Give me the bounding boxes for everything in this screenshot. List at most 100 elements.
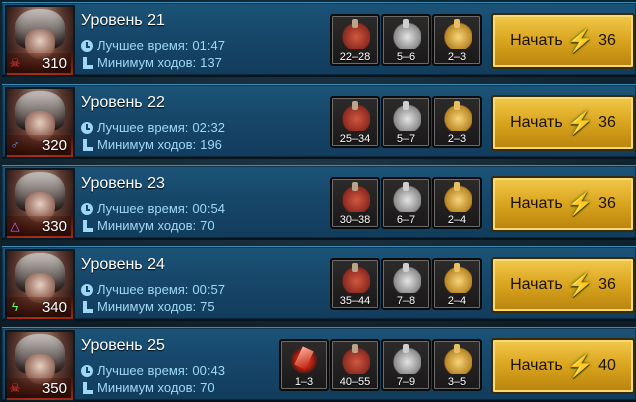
- boot-icon: [81, 56, 93, 69]
- min-moves-value: 196: [200, 137, 222, 152]
- reward-item[interactable]: 25–34: [330, 96, 380, 148]
- silver-potion-icon: [391, 263, 421, 293]
- best-time-stat: Лучшее время: 02:32: [81, 120, 225, 135]
- reward-item[interactable]: 2–4: [432, 177, 482, 229]
- start-button[interactable]: Начать ⚡ 36: [491, 13, 635, 69]
- reward-range: 5–6: [396, 51, 416, 63]
- silver-potion-icon: [391, 19, 421, 49]
- gold-potion-icon: [442, 344, 472, 374]
- boot-icon: [81, 138, 93, 151]
- boot-icon: [81, 300, 93, 313]
- start-label: Начать: [510, 357, 563, 374]
- best-time-stat: Лучшее время: 00:54: [81, 201, 225, 216]
- reward-range: 2–4: [447, 295, 467, 307]
- clock-icon: [81, 364, 93, 377]
- level-title: Уровень 24: [81, 256, 165, 273]
- reward-item[interactable]: 7–9: [381, 339, 431, 391]
- best-time-stat: Лучшее время: 00:57: [81, 282, 225, 297]
- reward-item[interactable]: 2–3: [432, 14, 482, 66]
- best-time-value: 00:54: [192, 201, 225, 216]
- power-badge: ☠ 310: [5, 53, 71, 73]
- red-potion-icon: [340, 19, 370, 49]
- energy-cost: 40: [598, 357, 616, 374]
- reward-range: 1–3: [294, 376, 314, 388]
- reward-range: 5–7: [396, 133, 416, 145]
- power-value: 350: [41, 380, 67, 397]
- reward-item[interactable]: 35–44: [330, 258, 380, 310]
- start-button[interactable]: Начать ⚡ 36: [491, 95, 635, 151]
- clock-icon: [81, 121, 93, 134]
- energy-cost: 36: [598, 276, 616, 293]
- min-moves-label: Минимум ходов:: [97, 218, 197, 233]
- best-time-label: Лучшее время:: [97, 282, 189, 297]
- gold-potion-icon: [442, 101, 472, 131]
- reward-range: 6–7: [396, 214, 416, 226]
- reward-item[interactable]: 7–8: [381, 258, 431, 310]
- reward-item[interactable]: 22–28: [330, 14, 380, 66]
- power-badge: ϟ 340: [5, 297, 71, 317]
- best-time-value: 01:47: [192, 38, 225, 53]
- clock-icon: [81, 202, 93, 215]
- min-moves-label: Минимум ходов:: [97, 55, 197, 70]
- triangle-icon: △: [10, 219, 20, 233]
- reward-item[interactable]: 5–6: [381, 14, 431, 66]
- min-moves-label: Минимум ходов:: [97, 380, 197, 395]
- boot-icon: [81, 219, 93, 232]
- reward-item[interactable]: 1–3: [279, 339, 329, 391]
- best-time-stat: Лучшее время: 00:43: [81, 363, 225, 378]
- power-value: 330: [41, 218, 67, 235]
- reward-item[interactable]: 2–4: [432, 258, 482, 310]
- min-moves-stat: Минимум ходов: 137: [81, 55, 222, 70]
- red-potion-icon: [340, 101, 370, 131]
- reward-item[interactable]: 5–7: [381, 96, 431, 148]
- reward-item[interactable]: 6–7: [381, 177, 431, 229]
- silver-potion-icon: [391, 101, 421, 131]
- level-title: Уровень 23: [81, 175, 165, 192]
- silver-potion-icon: [391, 182, 421, 212]
- energy-icon: ⚡: [566, 272, 595, 297]
- min-moves-stat: Минимум ходов: 196: [81, 137, 222, 152]
- skull-icon: ☠: [9, 56, 21, 70]
- best-time-stat: Лучшее время: 01:47: [81, 38, 225, 53]
- start-button[interactable]: Начать ⚡ 36: [491, 176, 635, 232]
- reward-item[interactable]: 2–3: [432, 96, 482, 148]
- reward-item[interactable]: 30–38: [330, 177, 380, 229]
- reward-range: 30–38: [339, 214, 371, 226]
- start-button[interactable]: Начать ⚡ 40: [491, 338, 635, 394]
- min-moves-stat: Минимум ходов: 70: [81, 380, 215, 395]
- level-title: Уровень 25: [81, 337, 165, 354]
- energy-icon: ⚡: [566, 110, 595, 135]
- energy-cost: 36: [598, 32, 616, 49]
- reward-range: 40–55: [339, 376, 371, 388]
- energy-icon: ⚡: [566, 191, 595, 216]
- magic-icon: ♂: [10, 138, 20, 152]
- clock-icon: [81, 39, 93, 52]
- best-time-value: 00:43: [192, 363, 225, 378]
- best-time-label: Лучшее время:: [97, 201, 189, 216]
- reward-range: 3–5: [447, 376, 467, 388]
- red-shard-icon: [289, 344, 319, 374]
- start-label: Начать: [510, 195, 563, 212]
- min-moves-value: 75: [200, 299, 215, 314]
- level-row-25: ☠ 350 Уровень 25 Лучшее время: 00:43 Мин…: [2, 327, 636, 402]
- silver-potion-icon: [391, 344, 421, 374]
- best-time-value: 02:32: [192, 120, 225, 135]
- power-badge: ♂ 320: [5, 135, 71, 155]
- level-row-23: △ 330 Уровень 23 Лучшее время: 00:54 Мин…: [2, 165, 636, 240]
- red-potion-icon: [340, 344, 370, 374]
- level-row-24: ϟ 340 Уровень 24 Лучшее время: 00:57 Мин…: [2, 246, 636, 321]
- reward-range: 2–4: [447, 214, 467, 226]
- reward-item[interactable]: 40–55: [330, 339, 380, 391]
- reward-range: 7–9: [396, 376, 416, 388]
- lightning-icon: ϟ: [11, 300, 19, 314]
- start-button[interactable]: Начать ⚡ 36: [491, 257, 635, 313]
- boot-icon: [81, 381, 93, 394]
- red-potion-icon: [340, 182, 370, 212]
- reward-item[interactable]: 3–5: [432, 339, 482, 391]
- reward-range: 25–34: [339, 133, 371, 145]
- start-label: Начать: [510, 276, 563, 293]
- min-moves-value: 137: [200, 55, 222, 70]
- power-badge: ☠ 350: [5, 378, 71, 398]
- energy-icon: ⚡: [566, 28, 595, 53]
- min-moves-label: Минимум ходов:: [97, 299, 197, 314]
